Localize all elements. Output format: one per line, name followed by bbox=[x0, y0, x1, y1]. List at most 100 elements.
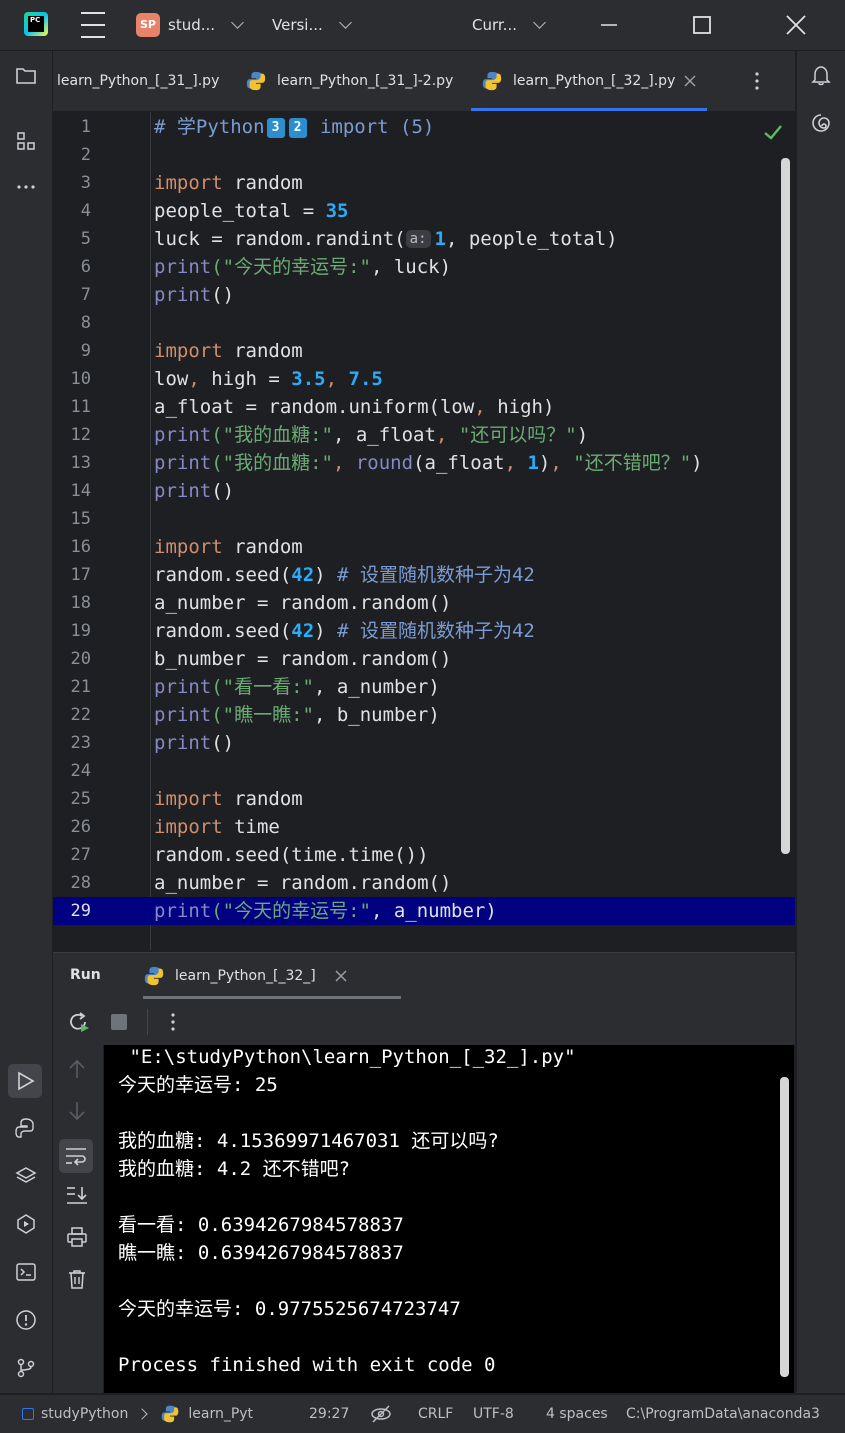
run-icon bbox=[18, 1071, 35, 1091]
title-bar: PC SP stud... Versi... Curr... bbox=[0, 0, 845, 51]
code-line: 9 import random bbox=[80, 340, 303, 362]
chevron-down-icon bbox=[231, 16, 244, 29]
caret-position[interactable]: 29:27 bbox=[309, 1395, 349, 1433]
git-branch-icon bbox=[17, 1358, 35, 1378]
soft-wrap-button[interactable] bbox=[59, 1139, 93, 1173]
close-tab-icon[interactable] bbox=[683, 74, 697, 88]
breadcrumb-project[interactable]: studyPython bbox=[41, 1406, 128, 1422]
printer-icon bbox=[67, 1227, 87, 1247]
chevron-right-icon bbox=[136, 1408, 149, 1420]
terminal-button[interactable] bbox=[12, 1258, 40, 1286]
code-line: 18 a_number = random.random() bbox=[70, 592, 452, 614]
project-selector[interactable]: SP stud... bbox=[136, 0, 244, 50]
code-line: 1 # 学Python 3 2 import (5) bbox=[80, 116, 435, 138]
code-line: 16 import random bbox=[70, 536, 303, 558]
more-horizontal-icon bbox=[17, 185, 35, 189]
console-line: 今天的幸运号: 25 bbox=[118, 1074, 278, 1096]
more-tools-button[interactable] bbox=[12, 173, 40, 201]
more-vertical-icon bbox=[755, 72, 759, 90]
inspection-toggle[interactable] bbox=[370, 1395, 392, 1433]
pycharm-logo-icon: PC bbox=[24, 12, 48, 36]
rerun-button[interactable] bbox=[65, 1008, 93, 1036]
tab-learn-python-31-2[interactable]: learn_Python_[_31_]-2.py bbox=[245, 51, 453, 111]
code-line: 14 print() bbox=[70, 480, 235, 502]
chevron-down-icon bbox=[533, 16, 546, 29]
services-button[interactable] bbox=[12, 1210, 40, 1238]
problems-button[interactable] bbox=[12, 1306, 40, 1334]
python-file-icon bbox=[144, 966, 164, 986]
run-tab[interactable]: learn_Python_[_32_] bbox=[143, 953, 401, 999]
arrow-up-icon bbox=[69, 1059, 85, 1078]
tab-label: learn_Python_[_32_].py bbox=[513, 73, 676, 89]
run-config-label: Curr... bbox=[472, 16, 517, 34]
run-toolbar bbox=[53, 999, 795, 1046]
breadcrumb-file[interactable]: learn_Pyt bbox=[188, 1406, 253, 1422]
code-line: 6 print("今天的幸运号:", luck) bbox=[80, 256, 452, 278]
tab-learn-python-31[interactable]: learn_Python_[_31_].py bbox=[57, 51, 219, 111]
project-tool-button[interactable] bbox=[12, 61, 40, 89]
code-line: 4 people_total = 35 bbox=[80, 200, 349, 222]
console-line: 今天的幸运号: 0.9775525674723747 bbox=[118, 1298, 461, 1320]
parameter-hint: a: bbox=[405, 230, 431, 248]
maximize-icon bbox=[693, 16, 711, 34]
code-line: 2 bbox=[80, 145, 91, 165]
run-config-selector[interactable]: Curr... bbox=[472, 0, 546, 50]
print-button[interactable] bbox=[63, 1223, 91, 1251]
project-name: stud... bbox=[168, 16, 216, 34]
vcs-label: Versi... bbox=[272, 16, 323, 34]
scroll-to-end-button[interactable] bbox=[63, 1181, 91, 1209]
close-window-button[interactable] bbox=[773, 0, 819, 50]
code-line: 19 random.seed(42) # 设置随机数种子为42 bbox=[70, 620, 535, 642]
trash-icon bbox=[69, 1270, 85, 1289]
minimize-button[interactable] bbox=[586, 0, 632, 50]
main-menu-button[interactable] bbox=[80, 0, 106, 50]
clear-all-button[interactable] bbox=[63, 1265, 91, 1293]
bell-icon bbox=[811, 66, 831, 86]
code-line: 5 luck = random.randint(a: 1, people_total… bbox=[80, 228, 618, 250]
tab-label: learn_Python_[_31_].py bbox=[57, 73, 220, 89]
breadcrumb[interactable]: studyPython learn_Pyt bbox=[22, 1395, 253, 1433]
run-tool-button[interactable] bbox=[8, 1064, 42, 1098]
python-interpreter[interactable]: C:\ProgramData\anaconda3 bbox=[626, 1395, 820, 1433]
run-panel-header: Run learn_Python_[_32_] bbox=[53, 952, 795, 999]
python-console-button[interactable] bbox=[12, 1114, 40, 1142]
editor-scrollbar[interactable] bbox=[781, 158, 790, 854]
code-line: 11 a_float = random.uniform(low, high) bbox=[70, 396, 555, 418]
indent-setting[interactable]: 4 spaces bbox=[546, 1395, 608, 1433]
file-encoding[interactable]: UTF-8 bbox=[473, 1395, 514, 1433]
project-badge: SP bbox=[136, 13, 160, 37]
chevron-down-icon bbox=[338, 16, 352, 29]
run-options-button[interactable] bbox=[159, 1008, 187, 1036]
scroll-up-button[interactable] bbox=[63, 1055, 91, 1083]
code-line: 28 a_number = random.random() bbox=[70, 872, 452, 894]
run-tab-label: learn_Python_[_32_] bbox=[175, 968, 316, 984]
more-vertical-icon bbox=[171, 1013, 175, 1031]
code-line: 24 bbox=[70, 761, 91, 781]
ai-assistant-button[interactable] bbox=[807, 109, 835, 137]
console-scrollbar[interactable] bbox=[780, 1077, 789, 1377]
no-problems-check-icon[interactable] bbox=[763, 122, 783, 142]
right-tool-window-bar bbox=[796, 51, 845, 1393]
git-button[interactable] bbox=[12, 1354, 40, 1382]
code-line: 27 random.seed(time.time()) bbox=[70, 844, 429, 866]
maximize-button[interactable] bbox=[679, 0, 725, 50]
run-console-output[interactable]: "E:\studyPython\learn_Python_[_32_].py" … bbox=[104, 1045, 794, 1393]
tab-learn-python-32[interactable]: learn_Python_[_32_].py bbox=[471, 51, 708, 111]
line-separator[interactable]: CRLF bbox=[418, 1395, 453, 1433]
notifications-button[interactable] bbox=[807, 61, 835, 89]
tab-options-button[interactable] bbox=[753, 51, 761, 111]
code-line: 22 print("瞧一瞧:", b_number) bbox=[70, 704, 440, 726]
console-line: 看一看: 0.6394267984578837 bbox=[118, 1214, 404, 1236]
console-line: Process finished with exit code 0 bbox=[118, 1354, 496, 1376]
code-editor[interactable]: 1 # 学Python 3 2 import (5) 2 3 import random… bbox=[53, 112, 795, 950]
code-line: 21 print("看一看:", a_number) bbox=[70, 676, 440, 698]
close-tab-icon[interactable] bbox=[334, 969, 348, 983]
stop-button[interactable] bbox=[105, 1008, 133, 1036]
terminal-icon bbox=[16, 1263, 36, 1281]
python-console-icon bbox=[15, 1118, 34, 1138]
vcs-selector[interactable]: Versi... bbox=[272, 0, 352, 50]
structure-tool-button[interactable] bbox=[12, 127, 40, 155]
scroll-down-button[interactable] bbox=[63, 1097, 91, 1125]
python-packages-button[interactable] bbox=[12, 1162, 40, 1190]
toolbar-divider bbox=[147, 1009, 148, 1035]
